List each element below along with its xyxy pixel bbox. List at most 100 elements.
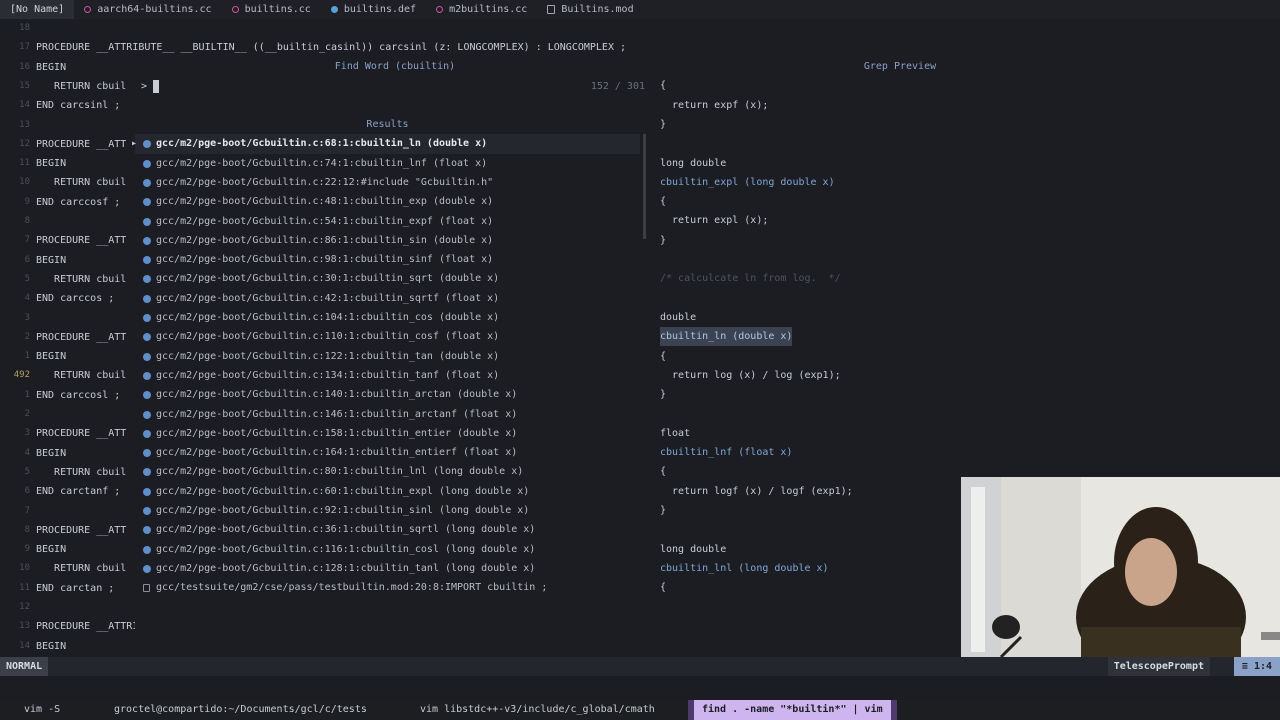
tmux-window-shell[interactable]: groctel@compartido:~/Documents/gcl/c/tes…	[114, 700, 367, 720]
result-item[interactable]: gcc/m2/pge-boot/Gcbuiltin.c:42:1:cbuilti…	[135, 289, 640, 308]
tab-aarch64-builtins[interactable]: aarch64-builtins.cc	[74, 0, 221, 19]
tmux-status-bar: vim -S groctel@compartido:~/Documents/gc…	[0, 700, 1280, 720]
result-item[interactable]: gcc/m2/pge-boot/Gcbuiltin.c:92:1:cbuilti…	[135, 501, 640, 520]
cc-file-icon	[84, 6, 92, 13]
line-number: 5	[24, 466, 30, 477]
result-item[interactable]: gcc/m2/pge-boot/Gcbuiltin.c:164:1:cbuilt…	[135, 443, 640, 462]
line-number: 12	[19, 602, 30, 612]
prompt-line[interactable]: > 152 / 301	[135, 77, 655, 96]
tmux-window-label: find . -name "*builtin*" | vim	[694, 700, 891, 720]
result-item[interactable]: gcc/m2/pge-boot/Gcbuiltin.c:30:1:cbuilti…	[135, 269, 640, 288]
line-number: 6	[24, 486, 30, 497]
result-text: gcc/m2/pge-boot/Gcbuiltin.c:98:1:cbuilti…	[156, 254, 494, 266]
c-file-icon	[143, 217, 151, 226]
line-number: 1	[24, 389, 30, 400]
result-item[interactable]: gcc/m2/pge-boot/Gcbuiltin.c:60:1:cbuilti…	[135, 482, 640, 501]
command-line[interactable]	[0, 676, 1280, 700]
line-number: 13	[19, 119, 30, 130]
tmux-window-vim-s[interactable]: vim -S	[24, 700, 60, 720]
editor-line[interactable]: 17 PROCEDURE __ATTRIBUTE__ __BUILTIN__ ((…	[0, 38, 660, 57]
result-item[interactable]: gcc/m2/pge-boot/Gcbuiltin.c:80:1:cbuilti…	[135, 462, 640, 481]
line-text: END carccosf ;	[36, 196, 121, 208]
result-item[interactable]: gcc/m2/pge-boot/Gcbuiltin.c:48:1:cbuilti…	[135, 192, 640, 211]
line-text: RETURN cbuil	[36, 370, 127, 382]
result-text: gcc/m2/pge-boot/Gcbuiltin.c:158:1:cbuilt…	[156, 427, 518, 439]
result-item[interactable]: gcc/m2/pge-boot/Gcbuiltin.c:54:1:cbuilti…	[135, 212, 640, 231]
position-icon: ≡	[1241, 661, 1248, 672]
tmux-window-find-active[interactable]: find . -name "*builtin*" | vim	[688, 700, 897, 720]
result-item[interactable]: gcc/m2/pge-boot/Gcbuiltin.c:98:1:cbuilti…	[135, 250, 640, 269]
result-text: gcc/m2/pge-boot/Gcbuiltin.c:36:1:cbuilti…	[156, 524, 536, 536]
tab-label: m2builtins.cc	[449, 4, 528, 15]
result-item[interactable]: gcc/m2/pge-boot/Gcbuiltin.c:122:1:cbuilt…	[135, 347, 640, 366]
selection-caret-icon: ▸	[131, 138, 138, 150]
line-text: END carctanf ;	[36, 486, 121, 498]
line-number: 4	[24, 293, 30, 304]
line-number: 6	[24, 254, 30, 265]
result-item[interactable]: gcc/m2/pge-boot/Gcbuiltin.c:116:1:cbuilt…	[135, 540, 640, 559]
line-text: BEGIN	[36, 447, 67, 459]
result-item[interactable]: gcc/m2/pge-boot/Gcbuiltin.c:134:1:cbuilt…	[135, 366, 640, 385]
c-file-icon	[143, 198, 151, 207]
result-item-selected[interactable]: ▸ gcc/m2/pge-boot/Gcbuiltin.c:68:1:cbuilt…	[131, 134, 640, 154]
result-item[interactable]: gcc/m2/pge-boot/Gcbuiltin.c:140:1:cbuilt…	[135, 385, 640, 404]
line-text: BEGIN	[36, 640, 67, 652]
result-text: gcc/m2/pge-boot/Gcbuiltin.c:164:1:cbuilt…	[156, 447, 518, 459]
result-text: gcc/m2/pge-boot/Gcbuiltin.c:128:1:cbuilt…	[156, 562, 536, 574]
result-item[interactable]: gcc/m2/pge-boot/Gcbuiltin.c:110:1:cbuilt…	[135, 327, 640, 346]
line-text: BEGIN	[36, 158, 67, 170]
line-number: 10	[19, 563, 30, 574]
c-file-icon	[143, 429, 151, 438]
line-text: RETURN cbuil	[36, 563, 127, 575]
c-file-icon	[143, 487, 151, 496]
tab-builtins-mod[interactable]: Builtins.mod	[537, 0, 643, 19]
result-item[interactable]: gcc/m2/pge-boot/Gcbuiltin.c:128:1:cbuilt…	[135, 559, 640, 578]
line-number: 8	[24, 216, 30, 226]
tab-m2builtins[interactable]: m2builtins.cc	[426, 0, 537, 19]
line-number: 12	[19, 138, 30, 149]
result-item[interactable]: gcc/m2/pge-boot/Gcbuiltin.c:86:1:cbuilti…	[135, 231, 640, 250]
c-file-icon	[143, 449, 151, 458]
line-number: 3	[24, 312, 30, 323]
line-text: BEGIN	[36, 61, 67, 73]
c-file-icon	[143, 507, 151, 515]
line-text: END carccos ;	[36, 293, 115, 305]
cc-file-icon	[436, 6, 444, 13]
tab-label: [No Name]	[10, 4, 65, 15]
tab-builtins-def[interactable]: builtins.def	[321, 0, 426, 19]
line-number: 7	[24, 505, 30, 516]
line-number: 13	[19, 621, 30, 632]
result-text: gcc/m2/pge-boot/Gcbuiltin.c:42:1:cbuilti…	[156, 292, 500, 304]
c-file-icon	[143, 410, 151, 419]
tmux-window-vim-cmath[interactable]: vim libstdc++-v3/include/c_global/cmath	[420, 700, 655, 720]
result-item[interactable]: gcc/m2/pge-boot/Gcbuiltin.c:36:1:cbuilti…	[135, 520, 640, 539]
c-file-icon	[143, 140, 151, 149]
result-item[interactable]: gcc/m2/pge-boot/Gcbuiltin.c:22:12:#inclu…	[135, 173, 640, 192]
line-number: 8	[24, 524, 30, 535]
line-text: END carccosl ;	[36, 389, 121, 401]
result-item[interactable]: gcc/testsuite/gm2/cse/pass/testbuiltin.m…	[135, 578, 640, 597]
result-item[interactable]: gcc/m2/pge-boot/Gcbuiltin.c:74:1:cbuilti…	[135, 154, 640, 173]
result-item[interactable]: gcc/m2/pge-boot/Gcbuiltin.c:158:1:cbuilt…	[135, 424, 640, 443]
result-item[interactable]: gcc/m2/pge-boot/Gcbuiltin.c:146:1:cbuilt…	[135, 405, 640, 424]
c-file-icon	[143, 159, 151, 168]
editor-line[interactable]: 18	[0, 19, 660, 38]
line-text: RETURN cbuil	[36, 80, 127, 92]
mod-file-icon	[143, 584, 150, 593]
result-item[interactable]: gcc/m2/pge-boot/Gcbuiltin.c:104:1:cbuilt…	[135, 308, 640, 327]
tab-no-name[interactable]: [No Name]	[0, 0, 75, 19]
mod-file-icon	[547, 5, 556, 14]
line-number: 2	[24, 331, 30, 342]
line-text: RETURN cbuil	[36, 273, 127, 285]
c-file-icon	[143, 352, 151, 361]
result-text: gcc/m2/pge-boot/Gcbuiltin.c:54:1:cbuilti…	[156, 215, 494, 227]
line-number: 17	[19, 42, 30, 53]
line-number: 11	[19, 582, 30, 593]
tab-label: Builtins.mod	[561, 4, 634, 15]
line-text: RETURN cbuil	[36, 177, 127, 189]
webcam-person-image	[961, 477, 1280, 657]
line-number: 492	[13, 370, 30, 381]
tab-label: builtins.def	[343, 4, 417, 15]
results-scrollbar[interactable]	[643, 134, 646, 239]
tab-builtins-cc[interactable]: builtins.cc	[222, 0, 321, 19]
